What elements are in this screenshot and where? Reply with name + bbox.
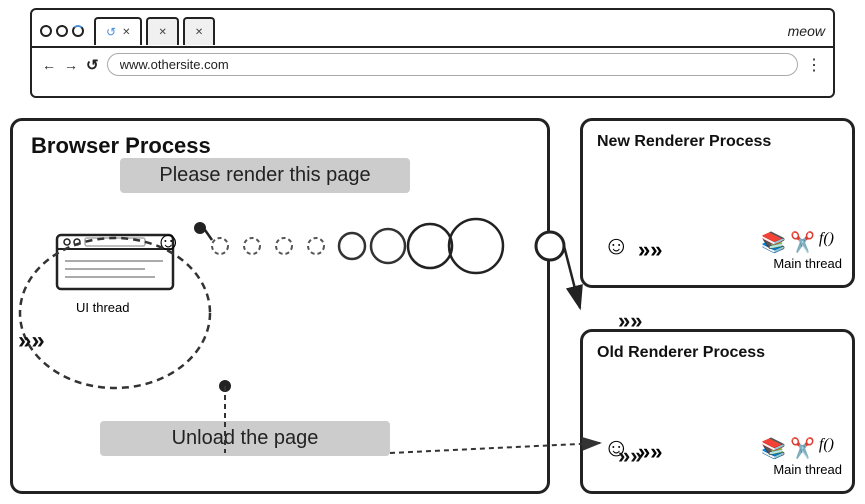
function-icon: f() (819, 230, 834, 255)
window-close[interactable] (40, 25, 52, 37)
window-controls (40, 25, 84, 37)
refresh-button[interactable]: ↺ (86, 56, 99, 74)
tab-3[interactable]: ✕ (183, 17, 215, 45)
new-main-thread-label: Main thread (773, 256, 842, 271)
tab-bar: ↺ ✕ ✕ ✕ meow (32, 10, 833, 48)
tab-close-active[interactable]: ✕ (122, 27, 130, 38)
browser-process-label: Browser Process (31, 133, 211, 159)
unload-message-text: Unload the page (172, 427, 319, 449)
old-main-thread-label: Main thread (773, 462, 842, 477)
forward-button[interactable]: → (64, 57, 78, 73)
unload-message-banner: Unload the page (100, 421, 390, 456)
old-book-icon: 📚 (761, 436, 786, 461)
tab-2[interactable]: ✕ (146, 17, 178, 45)
old-renderer-face: ☺ (603, 432, 630, 463)
diagram-area: Browser Process New Renderer Process 📚 ✂… (0, 108, 865, 504)
new-renderer-label: New Renderer Process (597, 133, 771, 151)
tab-active[interactable]: ↺ ✕ (94, 17, 142, 45)
tab-close-3[interactable]: ✕ (195, 27, 203, 38)
render-message-text: Please render this page (159, 164, 370, 186)
old-renderer-chevrons: »» (638, 439, 662, 465)
tab-loading-indicator: ↺ (106, 25, 116, 39)
new-renderer-box: New Renderer Process 📚 ✂️ f() ☺ »» Main … (580, 118, 855, 288)
window-minimize[interactable] (56, 25, 68, 37)
tab-close-2[interactable]: ✕ (158, 27, 166, 38)
scissors-icon: ✂️ (790, 230, 815, 255)
meow-label: meow (788, 23, 825, 39)
more-button[interactable]: ⋮ (806, 55, 823, 75)
old-renderer-label: Old Renderer Process (597, 344, 765, 362)
ui-thread-label: UI thread (76, 300, 129, 315)
book-icon: 📚 (761, 230, 786, 255)
browser-chrome: ↺ ✕ ✕ ✕ meow ← → ↺ ⋮ (30, 8, 835, 98)
new-renderer-icons: 📚 ✂️ f() (761, 230, 834, 255)
old-scissors-icon: ✂️ (790, 436, 815, 461)
address-input[interactable] (107, 53, 798, 76)
render-message-banner: Please render this page (120, 158, 410, 193)
window-maximize[interactable] (72, 25, 84, 37)
old-renderer-icons: 📚 ✂️ f() (761, 436, 834, 461)
browser-face: ☺ (155, 226, 182, 257)
new-renderer-chevrons: »» (638, 237, 662, 263)
back-button[interactable]: ← (42, 57, 56, 73)
old-renderer-box: Old Renderer Process 📚 ✂️ f() ☺ »» Main … (580, 329, 855, 494)
new-renderer-face: ☺ (603, 230, 630, 261)
address-bar-row: ← → ↺ ⋮ (32, 48, 833, 81)
old-function-icon: f() (819, 436, 834, 461)
